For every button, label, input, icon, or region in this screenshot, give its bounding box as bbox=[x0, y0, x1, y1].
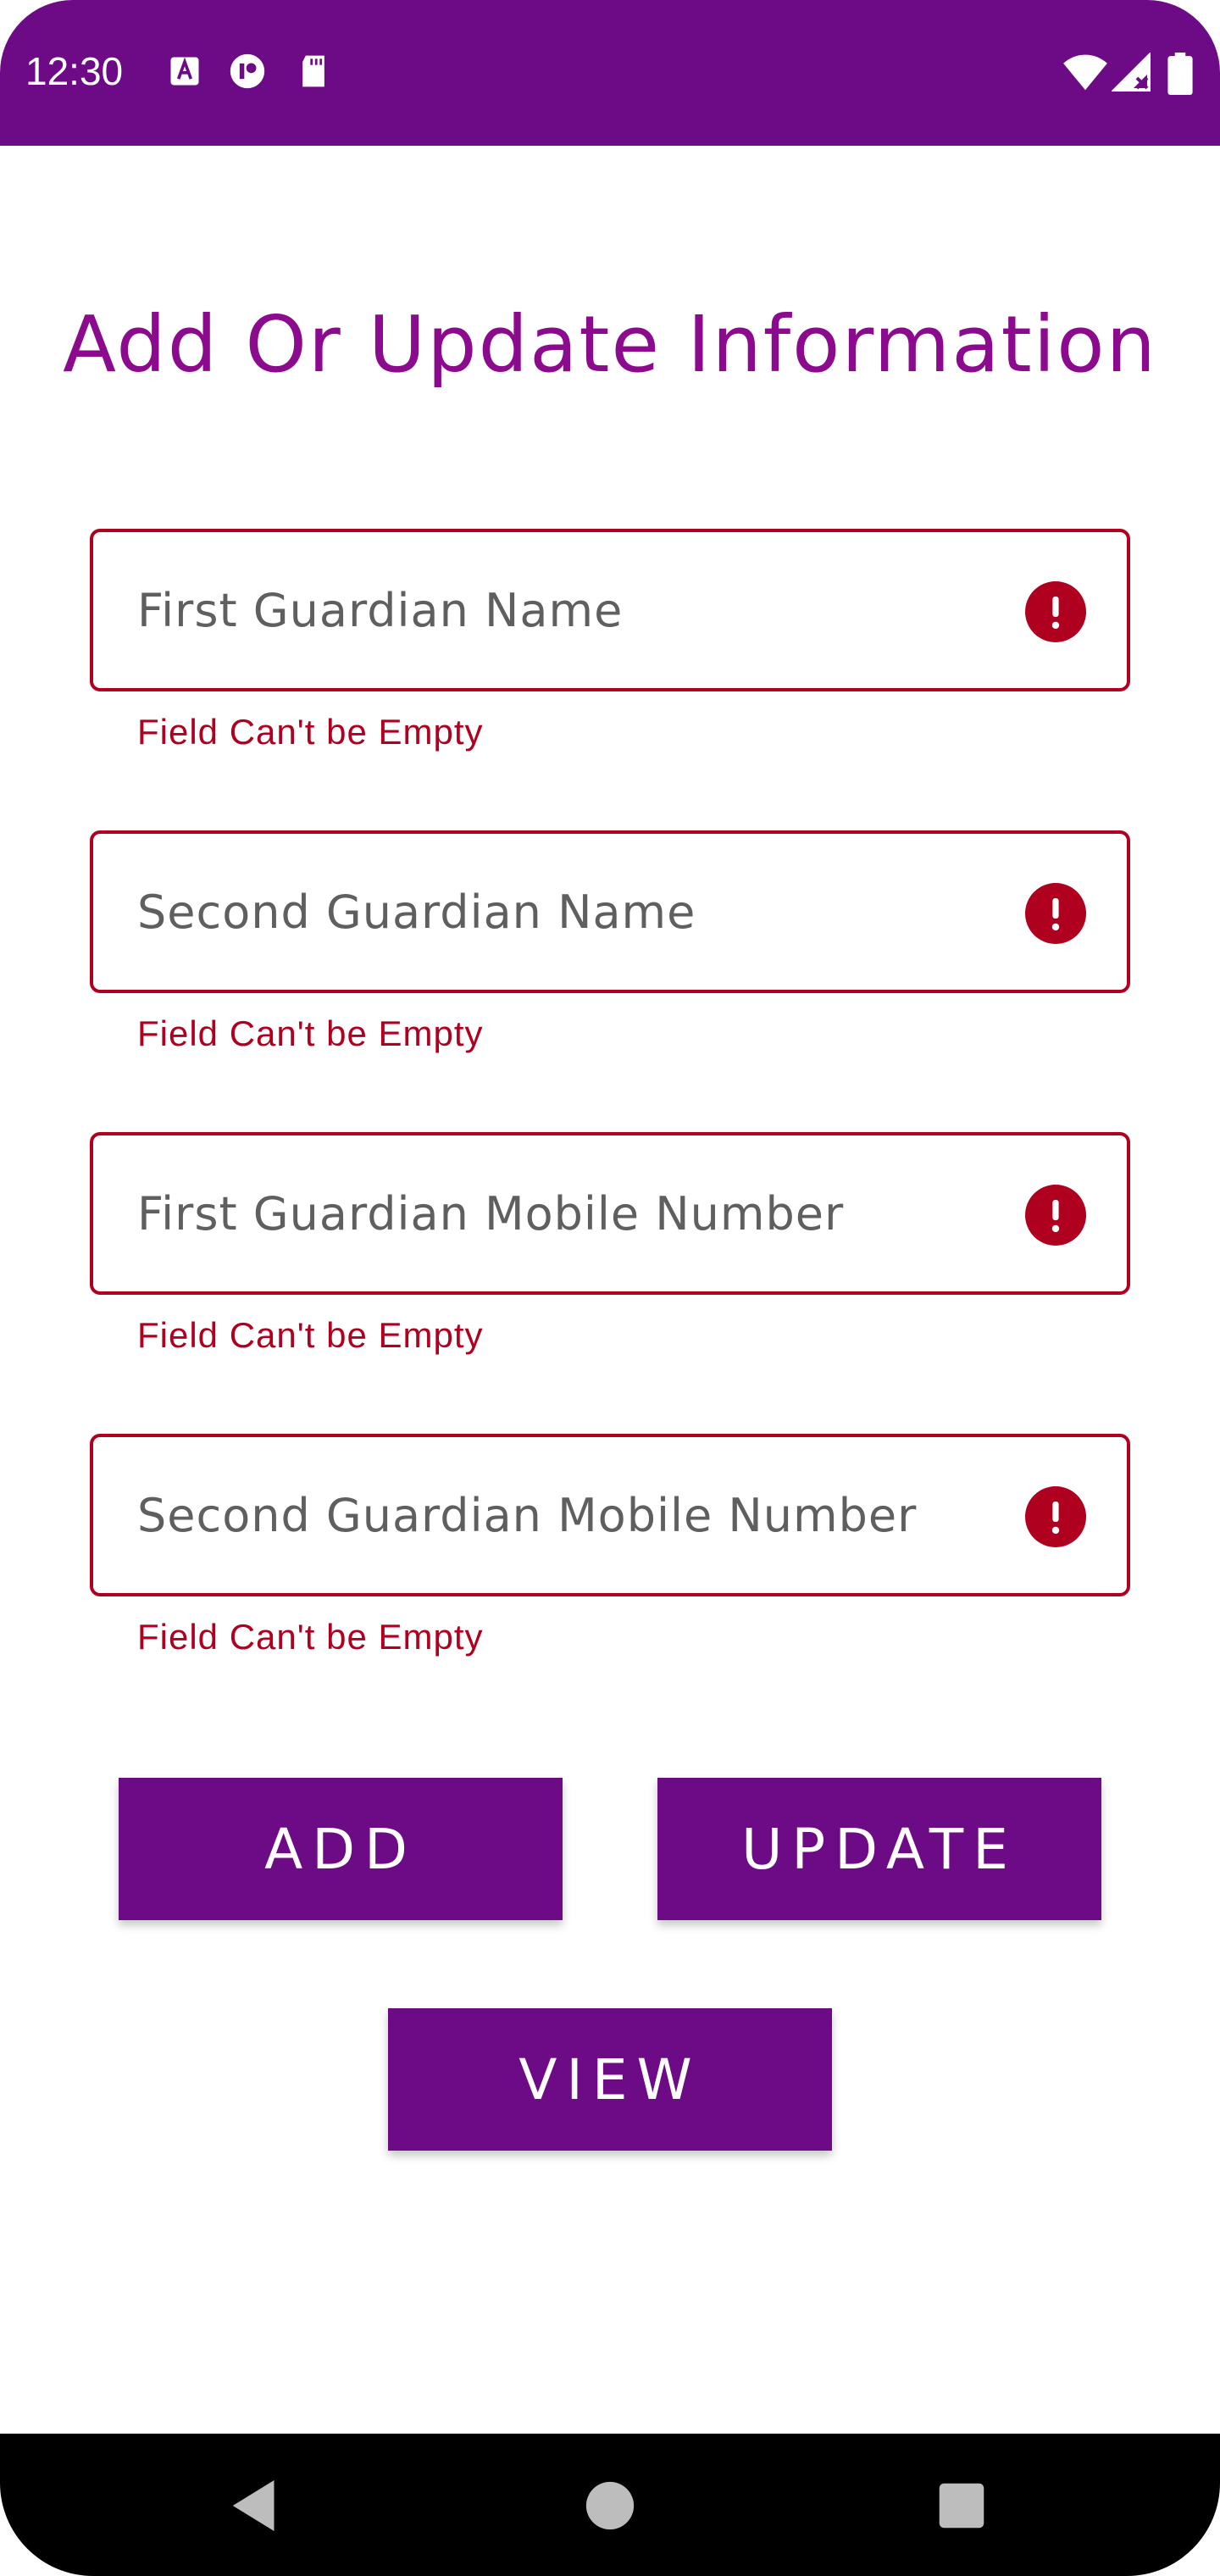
add-button[interactable]: ADD bbox=[119, 1778, 563, 1920]
battery-icon bbox=[1166, 53, 1195, 95]
page-title: Add Or Update Information bbox=[63, 299, 1157, 390]
update-button[interactable]: UPDATE bbox=[657, 1778, 1101, 1920]
status-time: 12:30 bbox=[25, 49, 124, 93]
status-bar: 12:30 bbox=[0, 0, 1220, 146]
second-guardian-mobile-input[interactable] bbox=[137, 1437, 984, 1593]
sd-card-icon bbox=[295, 53, 332, 90]
app-circle-icon bbox=[229, 53, 266, 90]
first-guardian-name-input[interactable] bbox=[137, 532, 984, 688]
recents-icon[interactable] bbox=[923, 2468, 1000, 2544]
first-guardian-mobile-input[interactable] bbox=[137, 1135, 984, 1291]
back-icon[interactable] bbox=[217, 2468, 293, 2544]
second-guardian-name-field[interactable] bbox=[90, 830, 1130, 993]
view-button[interactable]: VIEW bbox=[388, 2008, 832, 2151]
font-a-icon bbox=[166, 53, 203, 90]
first-guardian-mobile-field[interactable] bbox=[90, 1132, 1130, 1295]
signal-icon bbox=[1112, 53, 1152, 93]
error-message: Field Can't be Empty bbox=[137, 1315, 484, 1355]
wifi-icon bbox=[1062, 53, 1108, 93]
second-guardian-mobile-field[interactable] bbox=[90, 1434, 1130, 1596]
error-icon bbox=[1025, 1486, 1086, 1547]
home-icon[interactable] bbox=[572, 2468, 648, 2544]
second-guardian-name-input[interactable] bbox=[137, 834, 984, 990]
error-message: Field Can't be Empty bbox=[137, 712, 484, 752]
error-icon bbox=[1025, 581, 1086, 642]
first-guardian-name-field[interactable] bbox=[90, 529, 1130, 691]
error-icon bbox=[1025, 883, 1086, 944]
navigation-bar bbox=[0, 2434, 1220, 2576]
error-message: Field Can't be Empty bbox=[137, 1013, 484, 1053]
error-icon bbox=[1025, 1185, 1086, 1246]
error-message: Field Can't be Empty bbox=[137, 1617, 484, 1657]
